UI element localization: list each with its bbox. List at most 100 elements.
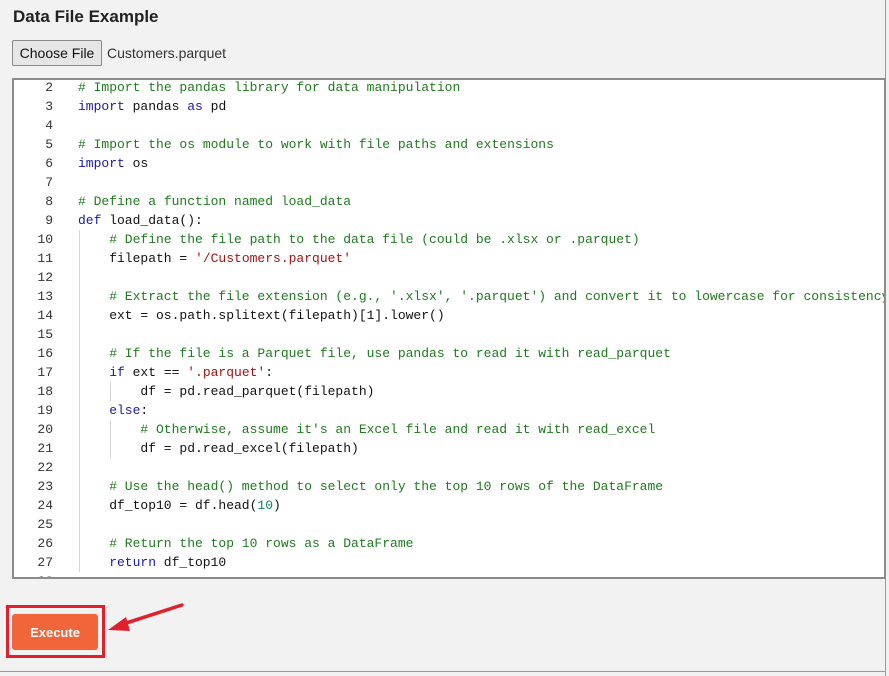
code-text: # Use the head() method to select only t… (109, 477, 663, 496)
indent-guide (79, 477, 80, 496)
code-lines: 2 # Import the pandas library for data ma… (14, 80, 886, 577)
code-token: ext == (124, 365, 188, 380)
code-line: 8 # Define a function named load_data (14, 192, 884, 211)
line-number: 6 (45, 156, 53, 171)
code-text: else: (109, 401, 148, 420)
code-token: # Import the pandas library for data man… (78, 80, 461, 95)
code-text: df_top10 = df.head(10) (109, 496, 281, 515)
code-token: '/Customers.parquet' (195, 251, 352, 266)
line-number: 24 (37, 498, 53, 513)
code-token: df_top10 = df.head( (109, 498, 258, 513)
code-line: 6 import os (14, 154, 884, 173)
line-number: 14 (37, 308, 53, 323)
line-number: 26 (37, 536, 53, 551)
line-number: 15 (37, 327, 53, 342)
line-number: 13 (37, 289, 53, 304)
code-token: df = pd.read_parquet(filepath) (140, 384, 375, 399)
line-number: 16 (37, 346, 53, 361)
code-token: 10 (257, 498, 274, 513)
line-number: 2 (45, 80, 53, 95)
line-number: 5 (45, 137, 53, 152)
code-token: # If the file is a Parquet file, use pan… (109, 346, 671, 361)
line-number: 10 (37, 232, 53, 247)
code-text: # Otherwise, assume it's an Excel file a… (140, 420, 655, 439)
indent-guide (79, 439, 80, 458)
code-token: else (109, 403, 141, 418)
code-text: ext = os.path.splitext(filepath)[1].lowe… (109, 306, 444, 325)
indent-guide (79, 458, 80, 477)
indent-guide (79, 287, 80, 306)
code-token: filepath = (109, 251, 196, 266)
code-line: 5 # Import the os module to work with fil… (14, 135, 884, 154)
code-line: 7 (14, 173, 884, 192)
code-text: import os (78, 154, 148, 173)
line-number: 9 (45, 213, 53, 228)
code-line: 25 (14, 515, 884, 534)
code-token: os (124, 156, 149, 171)
line-number: 17 (37, 365, 53, 380)
code-text: # Define the file path to the data file … (109, 230, 640, 249)
code-text: # If the file is a Parquet file, use pan… (109, 344, 671, 363)
code-line: 22 (14, 458, 884, 477)
line-number: 23 (37, 479, 53, 494)
line-number: 4 (45, 118, 53, 133)
red-arrow-icon (108, 603, 184, 631)
code-token: df_top10 (156, 555, 227, 570)
code-text: # Return the top 10 rows as a DataFrame (109, 534, 413, 553)
line-number: 21 (37, 441, 53, 456)
line-number: 12 (37, 270, 53, 285)
indent-guide (79, 496, 80, 515)
code-line: 23 # Use the head() method to select only… (14, 477, 884, 496)
code-token: if (109, 365, 125, 380)
code-line: 3 import pandas as pd (14, 97, 884, 116)
code-token: df = pd.read_excel(filepath) (140, 441, 359, 456)
page-title: Data File Example (13, 7, 159, 26)
line-number: 27 (37, 555, 53, 570)
line-number: 25 (37, 517, 53, 532)
code-text: # Extract the file extension (e.g., '.xl… (109, 287, 886, 306)
indent-guide (79, 306, 80, 325)
indent-guide (79, 325, 80, 344)
code-token: return (109, 555, 156, 570)
code-line: 9 def load_data(): (14, 211, 884, 230)
line-number: 8 (45, 194, 53, 209)
line-number: 3 (45, 99, 53, 114)
line-number: 11 (37, 251, 53, 266)
code-text: df = pd.read_excel(filepath) (140, 439, 358, 458)
indent-guide (79, 249, 80, 268)
code-text: filepath = '/Customers.parquet' (109, 249, 351, 268)
indent-guide (79, 534, 80, 553)
code-line: 14 ext = os.path.splitext(filepath)[1].lo… (14, 306, 884, 325)
code-token: # Return the top 10 rows as a DataFrame (109, 536, 414, 551)
code-token: ext = os.path.splitext(filepath)[1].lowe… (109, 308, 445, 323)
indent-guide (110, 382, 112, 401)
indent-guide (110, 439, 112, 458)
code-text: # Import the pandas library for data man… (78, 80, 461, 97)
code-text: df = pd.read_parquet(filepath) (140, 382, 374, 401)
indent-guide (79, 268, 80, 287)
selected-file-name: Customers.parquet (107, 45, 227, 61)
code-token: # Define a function named load_data (78, 194, 352, 209)
code-token: : (265, 365, 274, 380)
line-number: 28 (14, 572, 53, 577)
indent-guide (79, 363, 80, 382)
code-token: import (78, 156, 125, 171)
code-text: def load_data(): (78, 211, 203, 230)
code-token: # Define the file path to the data file … (109, 232, 640, 247)
code-line: 19 else: (14, 401, 884, 420)
code-editor[interactable]: 2 # Import the pandas library for data ma… (12, 78, 886, 579)
line-number: 22 (37, 460, 53, 475)
choose-file-button[interactable]: Choose File (12, 40, 102, 66)
code-token: ) (273, 498, 281, 513)
code-line: 24 df_top10 = df.head(10) (14, 496, 884, 515)
indent-guide (79, 420, 80, 439)
indent-guide (79, 401, 80, 420)
code-token: import (78, 99, 125, 114)
code-line: 2 # Import the pandas library for data ma… (14, 80, 884, 97)
code-line: 20 # Otherwise, assume it's an Excel file… (14, 420, 884, 439)
code-line: 21 df = pd.read_excel(filepath) (14, 439, 884, 458)
code-token: # Extract the file extension (e.g., '.xl… (109, 289, 886, 304)
indent-guide (110, 420, 112, 439)
line-number: 18 (37, 384, 53, 399)
execute-button[interactable]: Execute (12, 614, 98, 650)
